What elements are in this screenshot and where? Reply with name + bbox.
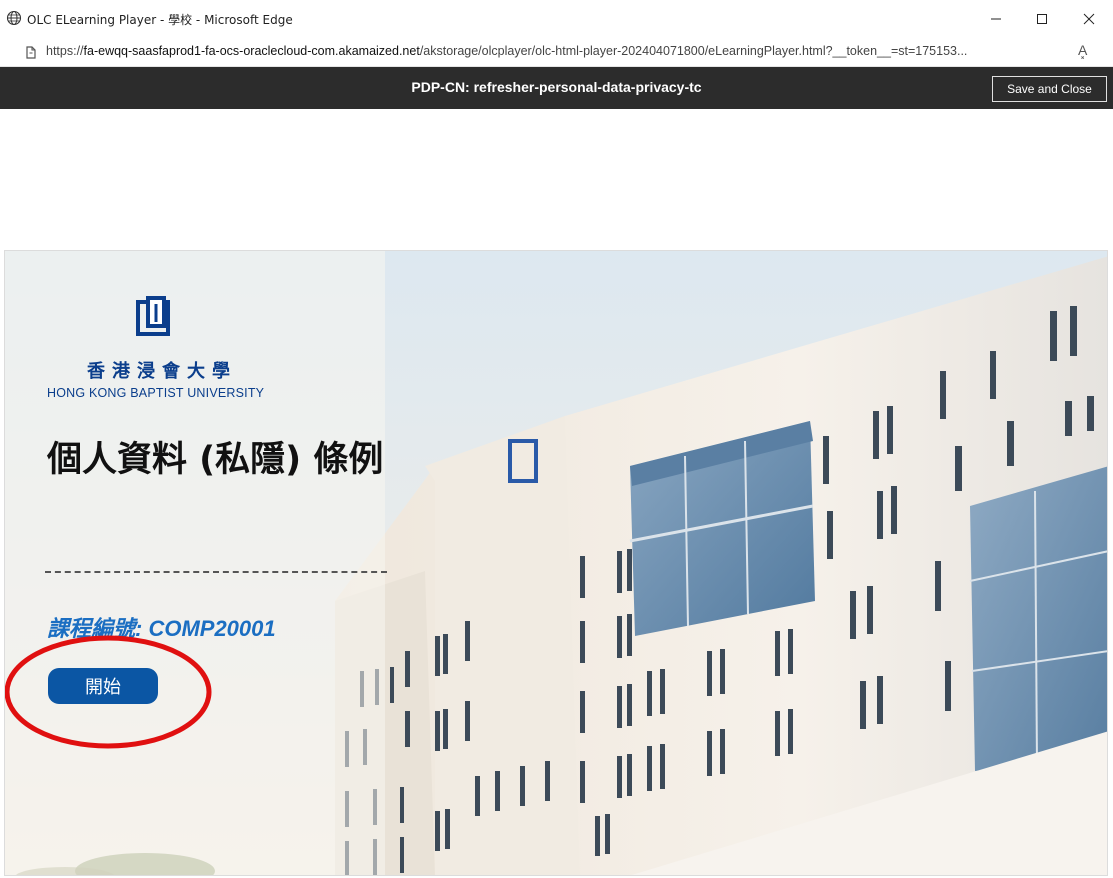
url-domain: fa-ewqq-saasfaprod1-fa-ocs-oraclecloud-c…	[83, 44, 420, 58]
url-prefix: https://	[46, 44, 84, 58]
close-window-button[interactable]	[1066, 4, 1112, 34]
window-titlebar: OLC ELearning Player - 學校 - Microsoft Ed…	[0, 0, 1113, 38]
start-button[interactable]: 開始	[48, 668, 158, 704]
minimize-button[interactable]	[973, 4, 1019, 34]
page-info-icon[interactable]	[24, 44, 38, 60]
url-path: /akstorage/olcplayer/olc-html-player-202…	[419, 44, 968, 58]
dashed-divider	[45, 571, 387, 573]
maximize-button[interactable]	[1019, 4, 1065, 34]
slide-title: 個人資料 (私隱) 條例	[47, 440, 384, 480]
course-title: PDP-CN: refresher-personal-data-privacy-…	[411, 79, 702, 95]
window-title: OLC ELearning Player - 學校 - Microsoft Ed…	[27, 13, 293, 27]
course-code: 課程編號: COMP20001	[47, 616, 276, 641]
globe-icon	[6, 10, 22, 26]
course-slide: 香港浸會大學 HONG KONG BAPTIST UNIVERSITY 個人資料…	[4, 250, 1108, 876]
close-icon	[1083, 13, 1095, 25]
university-name-chinese: 香港浸會大學	[87, 361, 237, 382]
address-bar[interactable]: https://fa-ewqq-saasfaprod1-fa-ocs-oracl…	[0, 38, 1113, 67]
university-name-english: HONG KONG BAPTIST UNIVERSITY	[47, 386, 265, 400]
url-text[interactable]: https://fa-ewqq-saasfaprod1-fa-ocs-oracl…	[46, 44, 967, 58]
player-header: PDP-CN: refresher-personal-data-privacy-…	[0, 67, 1113, 109]
maximize-icon	[1037, 14, 1047, 24]
save-and-close-button[interactable]: Save and Close	[992, 76, 1107, 102]
campus-building-image	[5, 251, 1107, 875]
read-aloud-icon[interactable]: A͓	[1078, 42, 1087, 58]
university-logo-icon	[136, 296, 170, 336]
minimize-icon	[991, 18, 1001, 20]
